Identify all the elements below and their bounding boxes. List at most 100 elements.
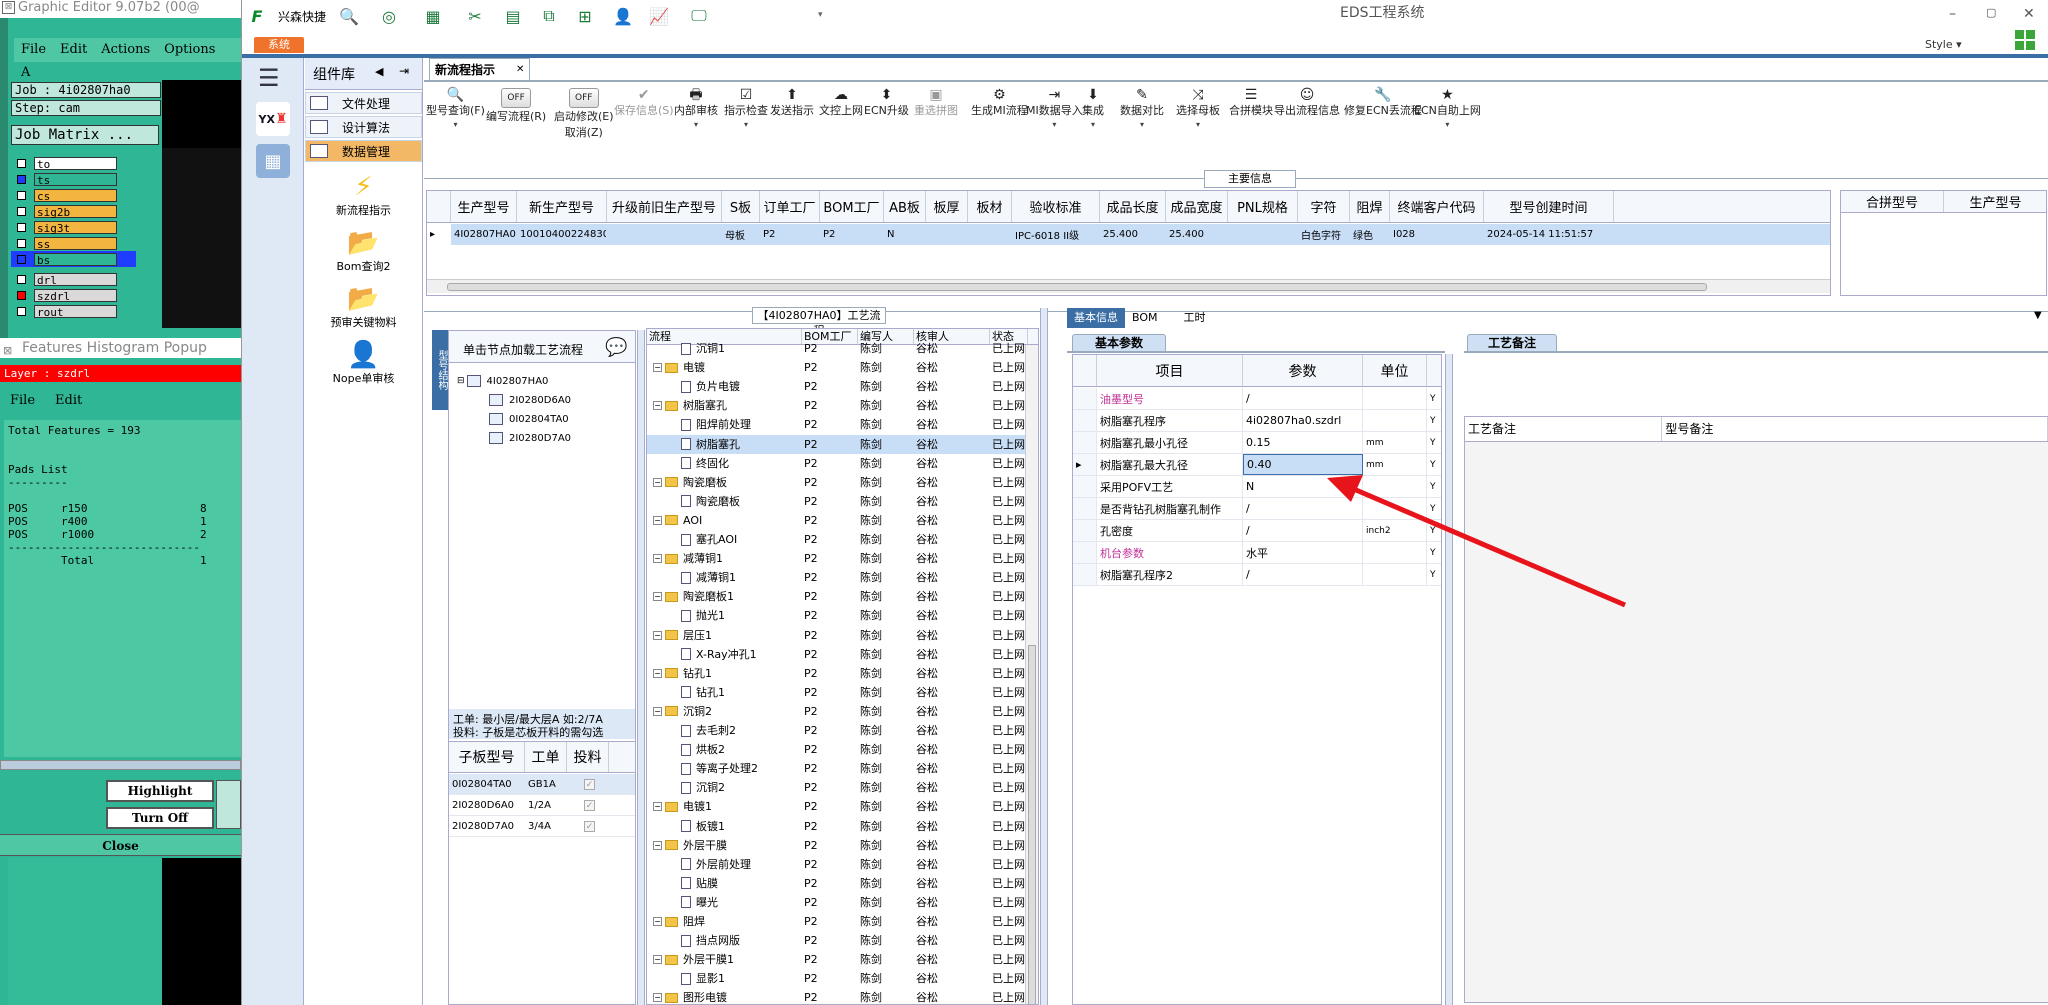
merge-col-header[interactable]: 生产型号 (1944, 191, 2046, 212)
main-col-header[interactable]: 终端客户代码 (1390, 191, 1484, 222)
ge-layer-row[interactable]: cs (11, 187, 136, 203)
monitor-icon[interactable]: 🖵 (688, 5, 710, 27)
layer-checkbox[interactable] (17, 222, 26, 232)
param-row[interactable]: 树脂塞孔程序2/ Y (1073, 564, 1441, 586)
yx-logo-icon[interactable]: YX ♜ (256, 102, 290, 136)
main-cell[interactable]: P2 (820, 224, 884, 245)
toolbar-button-16[interactable]: ☰ 合拼模块 (1229, 88, 1273, 118)
turn-off-button[interactable]: Turn Off (106, 807, 214, 829)
flow-row[interactable]: 终固化 P2 陈剑 谷松 已上网 (647, 454, 1038, 473)
param-row[interactable]: 是否背钻孔树脂塞孔制作 / Y (1073, 498, 1441, 520)
merge-col-header[interactable]: 合拼型号 (1841, 191, 1944, 212)
layer-checkbox[interactable] (17, 254, 26, 264)
scroll-thumb[interactable] (447, 283, 1707, 291)
flow-row[interactable]: 抛光1 P2 陈剑 谷松 已上网 (647, 606, 1038, 625)
main-col-header[interactable]: 验收标准 (1012, 191, 1100, 222)
tree-child-node[interactable]: 0I02804TA0 (489, 413, 569, 425)
toolbar-button-18[interactable]: 🔧 修复ECN丢流程 (1344, 88, 1422, 118)
flow-row[interactable]: − 陶瓷磨板1 P2 陈剑 谷松 已上网 (647, 587, 1038, 606)
ge-menu-options[interactable]: Options (157, 38, 222, 61)
style-menu[interactable]: Style ▾ (1925, 38, 1962, 51)
bom-query-item[interactable]: 📂 Bom查询2 (305, 228, 422, 274)
maximize-icon[interactable]: ▢ (1986, 6, 1996, 19)
flow-row[interactable]: − 陶瓷磨板 P2 陈剑 谷松 已上网 (647, 473, 1038, 492)
ge-menu-edit[interactable]: Edit (53, 38, 94, 61)
flow-row[interactable]: 沉铜2 P2 陈剑 谷松 已上网 (647, 778, 1038, 797)
flow-row[interactable]: 塞孔AOI P2 陈剑 谷松 已上网 (647, 530, 1038, 549)
collapse-icon[interactable]: − (653, 630, 662, 640)
hamburger-menu-icon[interactable]: ☰ (258, 64, 280, 92)
main-cell[interactable]: P2 (760, 224, 820, 245)
grid-icon[interactable]: ⊞ (574, 5, 596, 27)
param-value[interactable]: 4i02807ha0.szdrl (1243, 410, 1363, 431)
main-col-header[interactable]: 生产型号 (451, 191, 517, 222)
collapse-icon[interactable]: − (653, 515, 662, 525)
ge-layer-row[interactable]: rout (11, 303, 136, 319)
toolbar-button-3[interactable]: OFF 启动修改(E) 取消(Z) (554, 88, 614, 140)
feed-checkbox[interactable]: ✓ (584, 820, 595, 832)
main-cell[interactable]: 10010400224830 (517, 224, 607, 245)
collapse-icon[interactable]: − (653, 840, 662, 850)
main-cell[interactable]: 母板 (722, 224, 760, 245)
tree-root-node[interactable]: ⊟ 4I02807HA0 (457, 375, 548, 387)
dropdown-arrow-icon[interactable]: ▾ (724, 120, 768, 129)
main-cell[interactable]: 25.400 (1166, 224, 1228, 245)
quick-dropdown-icon[interactable]: ▾ (818, 10, 823, 20)
flow-row[interactable]: 阻焊前处理 P2 陈剑 谷松 已上网 (647, 415, 1038, 434)
main-col-header[interactable]: 型号创建时间 (1484, 191, 1614, 222)
params-col-header[interactable]: 项目 (1097, 355, 1243, 386)
ge-layer-row[interactable]: drl (11, 271, 136, 287)
flow-row[interactable]: − 树脂塞孔 P2 陈剑 谷松 已上网 (647, 396, 1038, 415)
ge-menu-more[interactable]: A (14, 61, 37, 84)
lifebuoy-icon[interactable]: ◎ (378, 5, 400, 27)
ge-menu-actions[interactable]: Actions (94, 38, 157, 61)
dropdown-arrow-icon[interactable]: ▾ (1026, 120, 1083, 129)
param-value[interactable]: N (1243, 476, 1363, 497)
close-button[interactable]: Close (0, 834, 241, 856)
ge-layer-row[interactable]: sig3t (11, 219, 136, 235)
flow-row[interactable]: − 电镀 P2 陈剑 谷松 已上网 (647, 358, 1038, 377)
feed-checkbox[interactable]: ✓ (584, 778, 595, 790)
collapse-left-icon[interactable]: ◀ (375, 65, 383, 78)
flow-row[interactable]: − 电镀1 P2 陈剑 谷松 已上网 (647, 797, 1038, 816)
flow-row[interactable]: 负片电镀 P2 陈剑 谷松 已上网 (647, 377, 1038, 396)
flow-row[interactable]: 减薄铜1 P2 陈剑 谷松 已上网 (647, 568, 1038, 587)
toolbar-button-6[interactable]: ☑ 指示检查 ▾ (724, 88, 768, 129)
main-cell[interactable]: 绿色 (1350, 224, 1390, 245)
toolbar-button-14[interactable]: ✎ 数据对比 ▾ (1120, 88, 1164, 129)
toggle-switch[interactable]: OFF (568, 88, 599, 108)
film-icon[interactable]: ▤ (502, 5, 524, 27)
flow-row[interactable]: − 外层干膜 P2 陈剑 谷松 已上网 (647, 836, 1038, 855)
ge-layer-row[interactable]: szdrl (11, 287, 136, 303)
toolbar-button-13[interactable]: ⬇ 集成 ▾ (1082, 88, 1104, 129)
flow-row[interactable]: 沉铜1 P2 陈剑 谷松 已上网 (647, 339, 1038, 358)
panel-dropdown-icon[interactable]: ▼ (2034, 310, 2042, 321)
toolbar-button-8[interactable]: ☁ 文控上网 (819, 88, 863, 118)
toolbar-button-5[interactable]: 🖶 内部审核 ▾ (674, 88, 718, 129)
collapse-icon[interactable]: − (653, 477, 662, 487)
ge-menu-file[interactable]: File (14, 38, 53, 61)
layer-checkbox[interactable] (17, 274, 26, 284)
params-col-header[interactable]: 参数 (1243, 355, 1363, 386)
param-value[interactable]: 0.15 (1243, 432, 1363, 453)
complib-data-management[interactable]: 数据管理 (305, 140, 422, 162)
ge-layer-row[interactable]: to (11, 155, 136, 171)
tab-basic-info[interactable]: 基本信息 (1067, 308, 1125, 328)
main-col-header[interactable]: 成品长度 (1100, 191, 1166, 222)
flow-row[interactable]: 外层前处理 P2 陈剑 谷松 已上网 (647, 855, 1038, 874)
main-col-header[interactable]: 升级前旧生产型号 (607, 191, 722, 222)
copy-icon[interactable]: ⧉ (538, 5, 560, 27)
dropdown-arrow-icon[interactable]: ▾ (426, 120, 485, 129)
flow-row[interactable]: 贴膜 P2 陈剑 谷松 已上网 (647, 874, 1038, 893)
flow-row[interactable]: − 沉铜2 P2 陈剑 谷松 已上网 (647, 702, 1038, 721)
layer-checkbox[interactable] (17, 206, 26, 216)
toolbar-button-10[interactable]: ▣ 重选拼图 (914, 88, 958, 118)
toolbar-button-12[interactable]: ⇥ MI数据导入 ▾ (1026, 88, 1083, 129)
sub-col-header[interactable]: 投料 (567, 742, 609, 772)
main-col-header[interactable]: 字符 (1298, 191, 1350, 222)
new-flow-instruction-item[interactable]: ⚡ 新流程指示 (305, 172, 422, 218)
highlight-button[interactable]: Highlight (106, 780, 214, 802)
tree-child-node[interactable]: 2I0280D6A0 (489, 394, 571, 406)
flow-row[interactable]: 挡点网版 P2 陈剑 谷松 已上网 (647, 931, 1038, 950)
layer-checkbox[interactable] (17, 174, 26, 184)
